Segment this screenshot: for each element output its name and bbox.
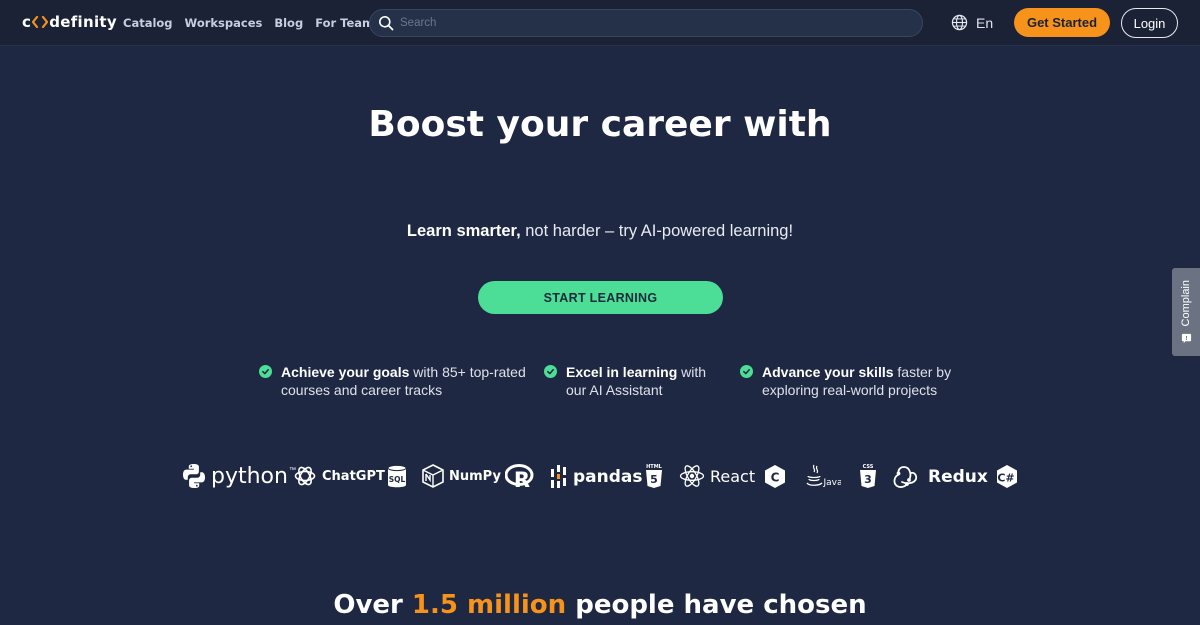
search-input[interactable] <box>400 17 900 29</box>
python-logo-icon <box>183 464 205 488</box>
logo-prefix: c <box>22 13 32 31</box>
pandas-bars-icon <box>551 465 566 488</box>
feature-line1: faster by <box>893 364 952 380</box>
tech-react-label: React <box>710 466 756 486</box>
tech-html: HTML 5 <box>645 463 663 489</box>
language-selector[interactable]: En <box>951 14 993 31</box>
tech-csharp: C# <box>996 464 1018 489</box>
java-cup-icon: Java <box>806 464 841 488</box>
logo-brackets-icon <box>32 16 49 28</box>
openai-logo-icon <box>294 466 316 486</box>
main-nav: Catalog Workspaces Blog For Teams <box>123 16 381 30</box>
stats-suffix: people have chosen <box>566 590 867 620</box>
login-button[interactable]: Login <box>1121 8 1178 38</box>
tech-chatgpt: ChatGPT <box>293 464 385 488</box>
stats-highlight: 1.5 million <box>411 590 567 620</box>
stats-heading: Over 1.5 million people have chosen <box>0 590 1200 620</box>
feature-bold: Advance your skills <box>762 364 894 380</box>
feature-bold: Excel in learning <box>566 364 678 380</box>
get-started-button[interactable]: Get Started <box>1014 8 1110 37</box>
tech-numpy-label: NumPy <box>449 468 501 484</box>
feature-text: Excel in learning with our AI Assistant <box>566 363 706 399</box>
react-atom-icon <box>679 465 705 487</box>
c-label: C <box>771 471 780 485</box>
check-circle-icon <box>544 365 557 378</box>
tagline-bold: Learn smarter, <box>406 222 521 240</box>
tech-r: R <box>505 464 535 489</box>
codefinity-logo[interactable]: c definity <box>22 13 117 31</box>
tech-react: React <box>679 464 755 488</box>
nav-blog[interactable]: Blog <box>274 16 303 30</box>
feature-goals: Achieve your goals with 85+ top-rated co… <box>259 363 526 399</box>
stats-prefix: Over <box>333 590 412 620</box>
nav-workspaces[interactable]: Workspaces <box>185 16 263 30</box>
hero-title: Boost your career with <box>368 104 832 145</box>
database-icon: SQL <box>387 464 407 488</box>
feature-line2: our AI Assistant <box>566 382 663 398</box>
csharp-language-icon: C# <box>997 465 1017 488</box>
tech-redux: Redux <box>892 464 988 489</box>
nav-catalog[interactable]: Catalog <box>123 16 173 30</box>
r-language-icon: R <box>505 464 534 489</box>
globe-icon <box>951 14 968 31</box>
flag-icon: ! <box>1181 333 1191 343</box>
css3-shield-icon: CSS 3 <box>860 464 876 488</box>
csharp-label: C# <box>997 472 1014 485</box>
numpy-cube-icon <box>422 464 444 488</box>
html-label: HTML <box>646 464 663 470</box>
feature-bold: Achieve your goals <box>281 364 410 380</box>
redux-logo-icon <box>893 466 918 488</box>
svg-text:3: 3 <box>864 473 872 486</box>
hero-tagline: Learn smarter, not harder – try AI-power… <box>0 222 1200 241</box>
check-circle-icon <box>259 365 272 378</box>
tech-python: python ™ <box>182 463 296 489</box>
feature-line1: with 85+ top-rated <box>409 364 526 380</box>
tech-pandas-label: pandas <box>573 466 643 487</box>
complain-tab[interactable]: Complain ! <box>1172 268 1200 356</box>
tech-sql: SQL <box>387 464 407 489</box>
svg-text:5: 5 <box>650 473 658 486</box>
java-label: Java <box>822 478 841 488</box>
tech-redux-label: Redux <box>928 466 988 487</box>
html5-shield-icon: HTML 5 <box>646 464 663 488</box>
tagline-rest: not harder – try AI-powered learning! <box>520 222 794 240</box>
complain-label: Complain <box>1180 280 1192 327</box>
search-icon <box>379 16 394 31</box>
feature-line2: exploring real-world projects <box>762 382 938 398</box>
c-language-icon: C <box>765 465 785 488</box>
feature-ai-assistant: Excel in learning with our AI Assistant <box>544 363 706 399</box>
top-navigation-bar: c definity Catalog Workspaces Blog For T… <box>0 0 1200 45</box>
feature-text: Achieve your goals with 85+ top-rated co… <box>281 363 526 399</box>
feature-line1: with <box>677 364 707 380</box>
css-label: CSS <box>863 464 874 470</box>
logo-suffix: definity <box>49 13 117 31</box>
search-bar[interactable] <box>369 9 923 37</box>
feature-projects: Advance your skills faster by exploring … <box>740 363 951 399</box>
tech-chatgpt-label: ChatGPT <box>322 468 385 484</box>
tech-c: C <box>764 464 786 489</box>
tech-pandas: pandas <box>550 464 643 489</box>
check-circle-icon <box>740 365 753 378</box>
svg-text:!: ! <box>1185 336 1188 342</box>
sql-label: SQL <box>389 475 406 484</box>
r-label: R <box>514 468 530 489</box>
tech-css: CSS 3 <box>859 463 877 489</box>
tech-java: Java <box>805 463 841 490</box>
start-learning-button[interactable]: START LEARNING <box>478 281 723 314</box>
tech-numpy: NumPy <box>422 464 501 488</box>
feature-text: Advance your skills faster by exploring … <box>762 363 951 399</box>
language-label: En <box>976 14 994 31</box>
tech-python-label: python <box>211 463 288 489</box>
feature-line2: courses and career tracks <box>281 382 443 398</box>
